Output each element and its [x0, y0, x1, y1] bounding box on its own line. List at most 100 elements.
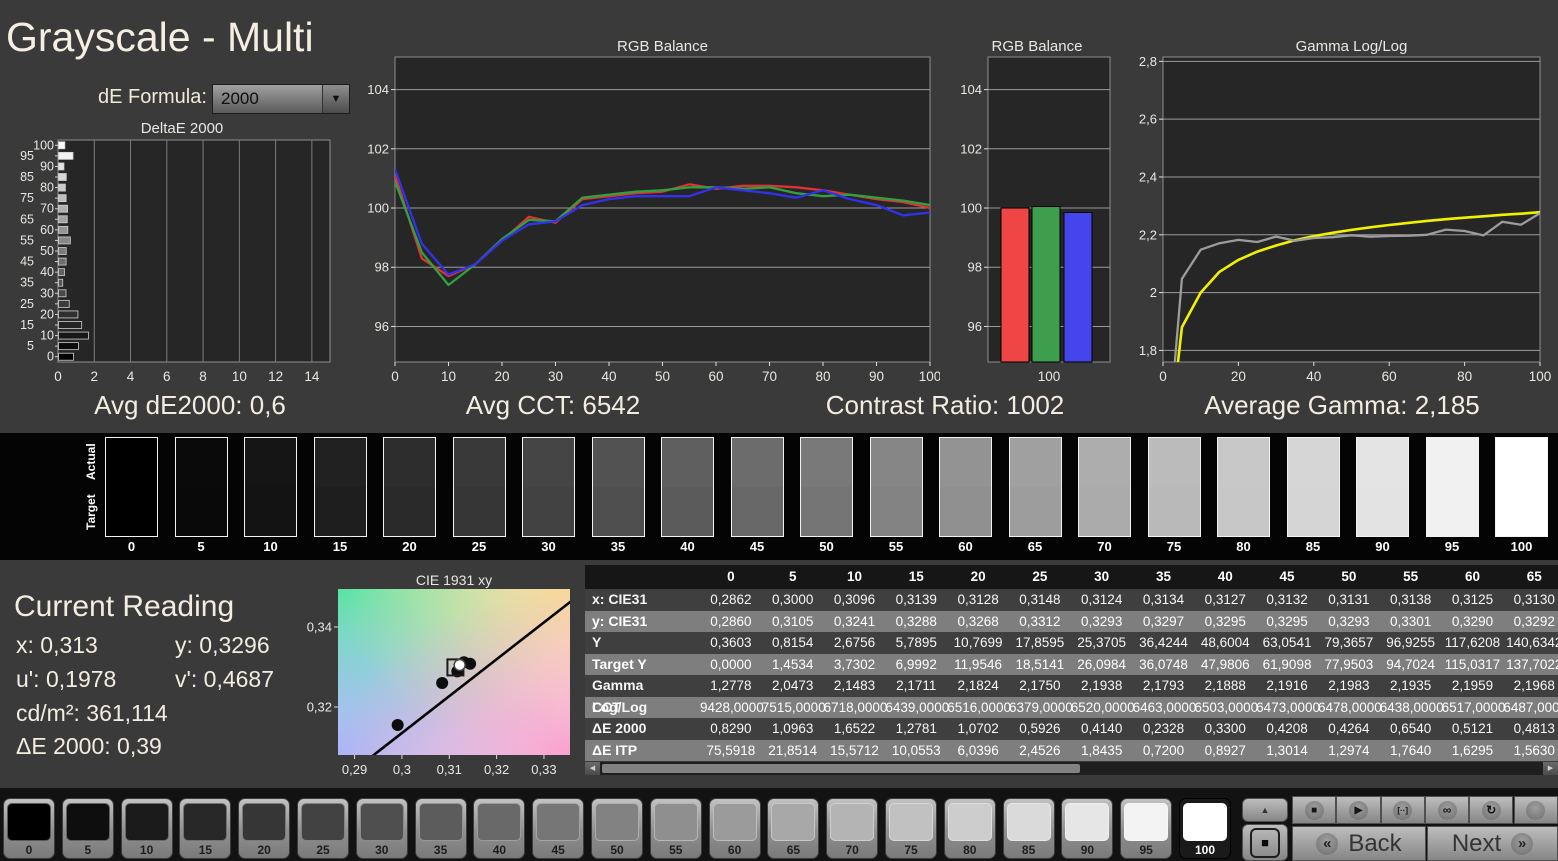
- patch-button-45[interactable]: 45: [532, 798, 585, 859]
- table-row: ΔE ITP 75,5918 21,8514 15,5712 10,0553 6,0396…: [585, 739, 1558, 761]
- patch-button-label: 85: [1021, 843, 1036, 857]
- target-half: [453, 487, 505, 536]
- patch-button-65[interactable]: 65: [767, 798, 820, 859]
- table-column-header: 10: [846, 569, 862, 584]
- scroll-right-button[interactable]: ▶: [1543, 762, 1558, 775]
- scrollbar-thumb[interactable]: [602, 764, 1080, 773]
- patch-chip: [418, 803, 463, 841]
- patch-button-50[interactable]: 50: [591, 798, 643, 859]
- target-half: [175, 487, 227, 536]
- stop-pattern-icon: ■: [1250, 827, 1280, 858]
- patch-button-0[interactable]: 0: [3, 798, 55, 859]
- target-half: [940, 487, 991, 536]
- actual-half: [106, 438, 157, 487]
- table-cell: 1,3014: [1266, 742, 1308, 758]
- patch-button-label: 100: [1194, 843, 1216, 857]
- table-cell: 6,9992: [895, 656, 937, 672]
- svg-text:80: 80: [815, 369, 830, 384]
- patch-button-40[interactable]: 40: [473, 798, 526, 859]
- svg-text:100: 100: [33, 138, 54, 152]
- table-column-header: 15: [908, 569, 924, 584]
- patch-button-30[interactable]: 30: [355, 798, 408, 859]
- svg-text:98: 98: [968, 260, 982, 275]
- table-cell: 0,3297: [1142, 613, 1185, 629]
- grayscale-swatch-80: [1217, 437, 1270, 537]
- grayscale-swatch-65: [1008, 437, 1062, 537]
- table-cell: 11,9546: [954, 656, 1002, 672]
- grayscale-strip: Actual Target 0 5 10 15 20 25 30 35 40 45 50 55 60 65…: [0, 433, 1558, 560]
- table-row-label: Y: [592, 634, 602, 650]
- svg-text:100: 100: [367, 201, 389, 216]
- back-button[interactable]: « Back: [1292, 826, 1426, 861]
- stop-pattern-button[interactable]: ■: [1242, 824, 1288, 861]
- table-cell: 0,3125: [1451, 592, 1494, 607]
- patch-button-90[interactable]: 90: [1061, 798, 1114, 859]
- table-cell: 77,9503: [1324, 656, 1374, 672]
- next-button[interactable]: Next »: [1427, 826, 1558, 861]
- table-cell: 2,0473: [772, 678, 814, 693]
- scroll-left-button[interactable]: ◀: [585, 762, 600, 775]
- swatch-level-label: 75: [1166, 539, 1182, 554]
- target-half: [523, 487, 574, 536]
- actual-half: [1426, 438, 1478, 487]
- svg-text:100: 100: [1529, 369, 1552, 384]
- patch-button-label: 55: [669, 843, 683, 857]
- stop-button[interactable]: ■: [1292, 796, 1337, 824]
- record-button[interactable]: [1513, 796, 1558, 824]
- patch-chip: [1183, 803, 1227, 841]
- svg-text:90: 90: [40, 159, 54, 173]
- patch-chip: [1006, 803, 1051, 841]
- table-cell: 94,7024: [1386, 656, 1436, 672]
- svg-text:10: 10: [441, 369, 456, 384]
- de-formula-dropdown[interactable]: 2000 ▼: [212, 84, 350, 114]
- patch-chip: [124, 803, 169, 841]
- svg-text:80: 80: [1457, 369, 1472, 384]
- table-column-header: 55: [1403, 569, 1419, 584]
- patch-button-20[interactable]: 20: [238, 798, 291, 859]
- patch-button-5[interactable]: 5: [61, 798, 114, 859]
- patch-button-70[interactable]: 70: [826, 798, 879, 859]
- patch-button-75[interactable]: 75: [885, 798, 937, 859]
- patch-button-label: 25: [316, 843, 330, 857]
- table-cell: 1,2778: [710, 678, 752, 693]
- grayscale-swatch-100: [1495, 437, 1548, 537]
- patch-button-15[interactable]: 15: [179, 798, 232, 859]
- patch-button-35[interactable]: 35: [414, 798, 467, 859]
- patch-button-10[interactable]: 10: [120, 798, 173, 859]
- table-cell: 2,1959: [1451, 678, 1494, 693]
- table-row: x: CIE31 0,2862 0,3000 0,3096 0,3139 0,3128 0,…: [585, 589, 1558, 611]
- patch-button-25[interactable]: 25: [297, 798, 349, 859]
- svg-text:95: 95: [20, 149, 34, 163]
- patch-button-100[interactable]: 100: [1179, 798, 1231, 859]
- patch-button-60[interactable]: 60: [708, 798, 761, 859]
- patch-button-95[interactable]: 95: [1120, 798, 1173, 859]
- patch-button-80[interactable]: 80: [943, 798, 996, 859]
- chevron-down-icon[interactable]: ▼: [322, 85, 349, 113]
- pattern-window-button[interactable]: [··]: [1380, 796, 1425, 824]
- table-cell: 140,6342: [1506, 635, 1558, 650]
- table-cell: 6718,0000: [823, 699, 888, 715]
- refresh-button[interactable]: ↻: [1469, 796, 1514, 824]
- swatch-level-label: 45: [749, 539, 765, 554]
- grayscale-swatch-5: [174, 437, 228, 537]
- patch-chip: [771, 803, 816, 841]
- actual-half: [662, 438, 713, 487]
- table-scrollbar[interactable]: ◀ ▶: [585, 762, 1558, 775]
- target-half: [1426, 487, 1478, 536]
- table-corner-cell: [585, 565, 700, 589]
- refresh-icon: ↻: [1481, 800, 1501, 820]
- target-half: [1009, 487, 1061, 536]
- play-icon: ▶: [1348, 800, 1368, 820]
- loop-infinite-button[interactable]: ∞: [1424, 796, 1470, 824]
- actual-half: [453, 438, 505, 487]
- svg-text:104: 104: [960, 82, 982, 97]
- swatch-level-label: 85: [1305, 539, 1321, 554]
- grayscale-swatch-labels: 0 5 10 15 20 25 30 35 40 45 50 55 60 65 70 75 80 85 90 95 10…: [105, 539, 1548, 554]
- play-button[interactable]: ▶: [1336, 796, 1381, 824]
- svg-text:60: 60: [1382, 369, 1397, 384]
- patch-button-85[interactable]: 85: [1002, 798, 1055, 859]
- svg-text:50: 50: [655, 369, 670, 384]
- patch-button-55[interactable]: 55: [649, 798, 702, 859]
- svg-text:102: 102: [367, 141, 389, 156]
- collapse-button[interactable]: ▲: [1242, 798, 1288, 822]
